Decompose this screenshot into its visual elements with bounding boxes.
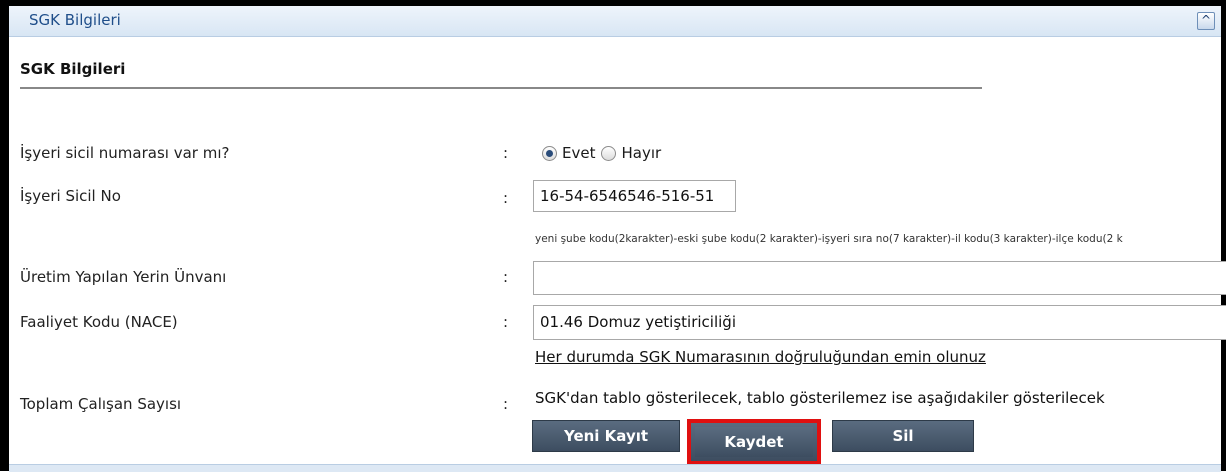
save-button-label: Kaydet xyxy=(695,427,813,457)
section-divider xyxy=(20,87,982,89)
production-place-label: Üretim Yapılan Yerin Ünvanı xyxy=(20,268,227,286)
employee-count-info: SGK'dan tablo gösterilecek, tablo göster… xyxy=(535,389,1105,407)
radio-hayir-label[interactable]: Hayır xyxy=(621,144,661,162)
frame-border-left xyxy=(0,0,9,471)
colon: : xyxy=(503,395,509,413)
delete-button[interactable]: Sil xyxy=(832,420,974,452)
section-title: SGK Bilgileri xyxy=(20,60,126,78)
activity-code-select[interactable]: 01.46 Domuz yetiştiriciliği xyxy=(533,305,1226,340)
new-record-button[interactable]: Yeni Kayıt xyxy=(532,420,680,452)
radio-evet-label[interactable]: Evet xyxy=(562,144,595,162)
frame-border-right xyxy=(1221,0,1226,471)
sgk-panel: SGK Bilgileri ^ SGK Bilgileri İşyeri sic… xyxy=(0,0,1226,472)
colon: : xyxy=(503,189,509,207)
colon: : xyxy=(503,268,509,286)
panel-header-title: SGK Bilgileri xyxy=(29,11,121,29)
radio-hayir[interactable] xyxy=(601,145,617,161)
colon: : xyxy=(503,313,509,331)
registry-no-hint: yeni şube kodu(2karakter)-eski şube kodu… xyxy=(535,233,1123,245)
radio-evet[interactable] xyxy=(542,145,557,161)
production-place-input[interactable] xyxy=(533,261,1226,295)
save-button[interactable]: Kaydet xyxy=(687,419,821,465)
employee-count-label: Toplam Çalışan Sayısı xyxy=(20,395,182,413)
collapse-button[interactable]: ^ xyxy=(1197,12,1215,30)
colon: : xyxy=(503,144,509,162)
registry-question-radio-group: Evet Hayır xyxy=(542,144,667,162)
registry-question-label: İşyeri sicil numarası var mı? xyxy=(20,144,230,162)
sgk-notice-link[interactable]: Her durumda SGK Numarasının doğruluğunda… xyxy=(535,348,986,366)
registry-no-label: İşyeri Sicil No xyxy=(20,187,121,205)
chevron-up-icon: ^ xyxy=(1200,13,1212,27)
registry-no-input[interactable] xyxy=(533,180,736,212)
activity-code-label: Faaliyet Kodu (NACE) xyxy=(20,313,178,331)
panel-header: SGK Bilgileri ^ xyxy=(9,6,1221,37)
